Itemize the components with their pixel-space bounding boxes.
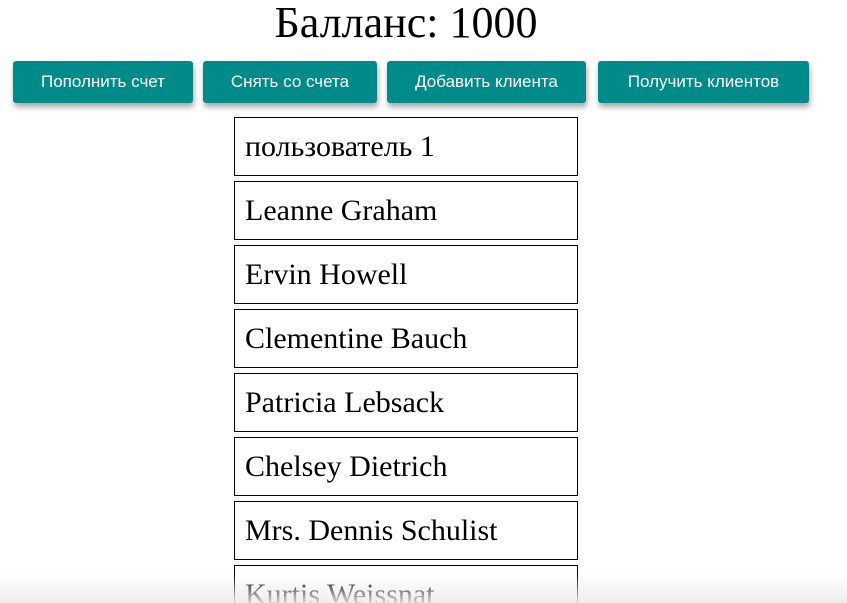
client-item: Patricia Lebsack (234, 373, 578, 432)
client-item: Clementine Bauch (234, 309, 578, 368)
add-client-button[interactable]: Добавить клиента (387, 61, 586, 103)
client-list: пользователь 1 Leanne Graham Ervin Howel… (234, 117, 578, 603)
client-item: Chelsey Dietrich (234, 437, 578, 496)
client-item: Leanne Graham (234, 181, 578, 240)
get-clients-button[interactable]: Получить клиентов (598, 61, 809, 103)
client-item: Ervin Howell (234, 245, 578, 304)
client-item: Kurtis Weissnat (234, 565, 578, 603)
deposit-button[interactable]: Пополнить счет (13, 61, 193, 103)
client-item: пользователь 1 (234, 117, 578, 176)
balance-title: Балланс: 1000 (274, 0, 538, 47)
client-item: Mrs. Dennis Schulist (234, 501, 578, 560)
withdraw-button[interactable]: Снять со счета (203, 61, 377, 103)
